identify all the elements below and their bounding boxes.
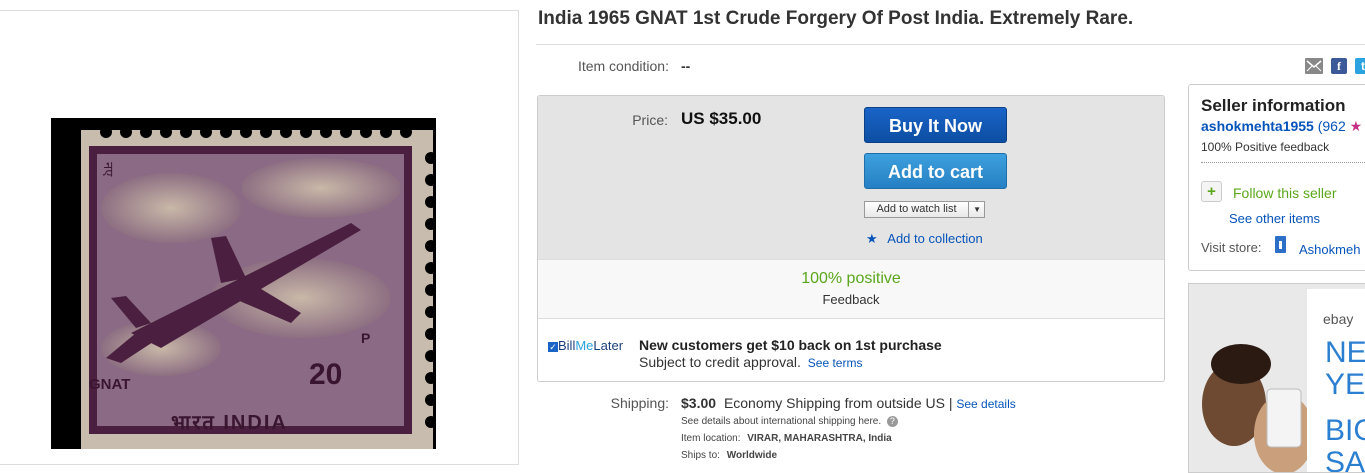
add-to-watch-list-button[interactable]: Add to watch list ▼ — [864, 201, 985, 218]
feedback-label: Feedback — [822, 292, 880, 307]
intl-shipping-note: See details about international shipping… — [681, 416, 898, 427]
shipping-line: $3.00 Economy Shipping from outside US |… — [681, 395, 1016, 411]
billme-me: Me — [575, 338, 594, 353]
seller-feedback: 100% Positive feedback — [1201, 140, 1330, 154]
see-other-items-link[interactable]: See other items — [1229, 211, 1320, 226]
price-box: Price: US $35.00 Buy It Now Add to cart … — [537, 95, 1165, 382]
stamp-denomination: 20 — [309, 358, 343, 391]
ad-line3: BIG — [1325, 414, 1365, 447]
email-icon[interactable] — [1305, 58, 1323, 74]
shipping-desc: Economy Shipping from outside US | — [723, 395, 953, 411]
checkmark-icon: ✓ — [548, 341, 558, 352]
seller-score[interactable]: (962 — [1318, 118, 1346, 134]
advertisement[interactable]: ebay NE YE BIG SA — [1188, 283, 1365, 473]
shipping-cost: $3.00 — [681, 395, 717, 411]
price-label: Price: — [632, 112, 668, 128]
stamp-image[interactable]: GNAT 20 P नए भारत INDIA — [51, 118, 436, 449]
see-terms-link[interactable]: See terms — [808, 356, 863, 370]
seller-name-link[interactable]: ashokmehta1955 — [1201, 118, 1314, 134]
billme-subtext: Subject to credit approval. See terms — [639, 354, 862, 370]
stamp-hindi-top: नए — [101, 162, 116, 177]
billme-sub: Subject to credit approval. — [639, 354, 801, 370]
condition-label: Item condition: — [577, 58, 669, 74]
billme-bill: Bill — [558, 338, 576, 353]
feedback-percent: 100% positive — [801, 270, 901, 287]
price-value: US $35.00 — [681, 109, 762, 128]
ad-line4: SA — [1325, 446, 1365, 473]
billmelater-logo: ✓BillMeLater — [548, 338, 623, 353]
item-location-value: VIRAR, MAHARASHTRA, India — [747, 433, 892, 444]
star-icon: ★ — [866, 231, 878, 246]
seller-info-box: Seller information ashokmehta1955 (962 ★… — [1188, 84, 1365, 271]
buy-it-now-button[interactable]: Buy It Now — [864, 107, 1007, 143]
ad-line1: NE — [1325, 336, 1365, 369]
ad-line2: YE — [1325, 368, 1365, 401]
plus-icon[interactable]: + — [1201, 181, 1222, 202]
watch-list-label: Add to watch list — [865, 202, 969, 217]
ships-to: Ships to: Worldwide — [681, 450, 777, 461]
add-to-collection-link[interactable]: ★ Add to collection — [866, 231, 983, 247]
stamp-denom-suffix: P — [361, 330, 371, 346]
seller-heading: Seller information — [1201, 96, 1346, 115]
seller-divider — [1201, 162, 1365, 163]
condition-value: -- — [681, 58, 691, 74]
item-location-label: Item location: — [681, 433, 741, 444]
purchase-area: Price: US $35.00 Buy It Now Add to cart … — [538, 96, 1164, 259]
intl-shipping-text: See details about international shipping… — [681, 416, 882, 427]
visit-store-label: Visit store: — [1201, 240, 1262, 255]
billme-later: Later — [593, 338, 624, 353]
stamp-country-text: भारत INDIA — [171, 412, 288, 434]
seller-name-line: ashokmehta1955 (962 ★ — [1201, 118, 1362, 135]
ad-panel: ebay NE YE BIG SA — [1307, 289, 1365, 473]
stamp-gnat-text: GNAT — [89, 376, 131, 393]
dropdown-arrow-icon[interactable]: ▼ — [973, 202, 981, 217]
star-icon: ★ — [1349, 118, 1363, 134]
ships-to-value: Worldwide — [726, 450, 778, 461]
billme-headline: New customers get $10 back on 1st purcha… — [639, 337, 942, 353]
add-to-collection-label: Add to collection — [887, 231, 983, 246]
item-location: Item location: VIRAR, MAHARASHTRA, India — [681, 433, 892, 444]
shipping-details-link[interactable]: See details — [956, 397, 1015, 411]
shipping-label: Shipping: — [610, 395, 669, 411]
add-to-cart-button[interactable]: Add to cart — [864, 153, 1007, 189]
ad-brand: ebay — [1323, 311, 1354, 327]
facebook-icon[interactable]: f — [1331, 58, 1347, 74]
store-icon — [1275, 236, 1286, 253]
feedback-area: 100% positive Feedback — [538, 259, 1164, 319]
follow-seller-link[interactable]: Follow this seller — [1233, 185, 1336, 201]
store-name-link[interactable]: Ashokmeh — [1299, 242, 1360, 257]
ships-to-label: Ships to: — [681, 450, 720, 461]
twitter-icon[interactable]: t — [1355, 58, 1365, 74]
help-icon[interactable]: ? — [886, 416, 898, 427]
listing-title: India 1965 GNAT 1st Crude Forgery Of Pos… — [538, 8, 1134, 29]
title-divider — [536, 44, 1365, 45]
